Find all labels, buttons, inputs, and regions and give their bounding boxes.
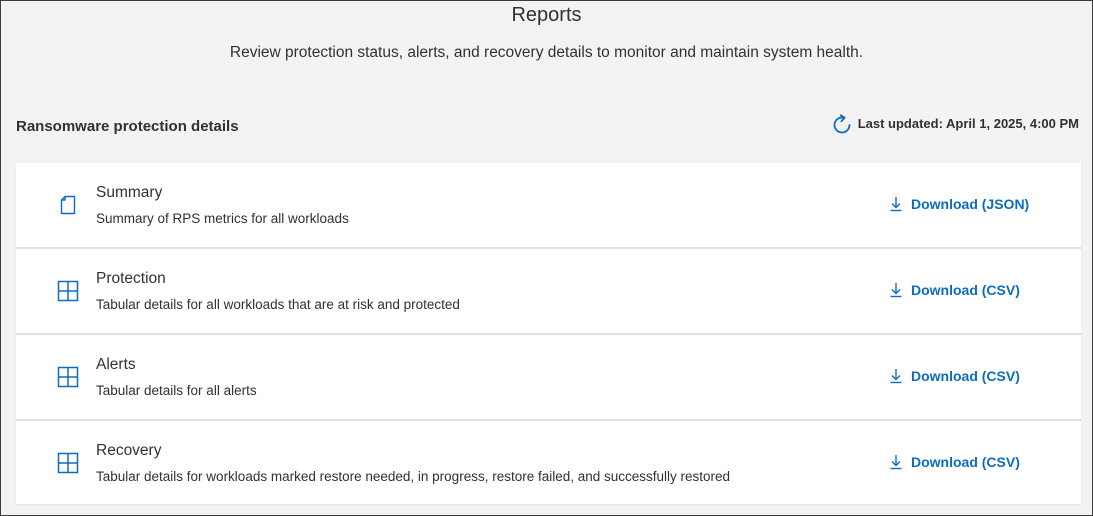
report-title: Recovery	[96, 442, 162, 459]
document-icon	[60, 195, 76, 215]
table-grid-icon	[57, 280, 79, 302]
report-row-recovery: Recovery Tabular details for workloads m…	[16, 421, 1081, 504]
report-list: Summary Summary of RPS metrics for all w…	[16, 163, 1081, 504]
download-icon	[890, 369, 902, 384]
download-icon	[890, 455, 902, 470]
download-label: Download (JSON)	[911, 196, 1030, 212]
report-title: Protection	[96, 270, 166, 287]
page-title: Reports	[511, 4, 582, 26]
report-description: Tabular details for workloads marked res…	[96, 469, 731, 484]
download-label: Download (CSV)	[911, 368, 1020, 384]
refresh-button[interactable]	[829, 112, 855, 138]
page-subtitle: Review protection status, alerts, and re…	[229, 44, 864, 61]
report-description: Tabular details for all workloads that a…	[96, 297, 460, 312]
refresh-icon	[833, 114, 851, 134]
report-row-alerts: Alerts Tabular details for all alerts Do…	[16, 335, 1081, 421]
download-label: Download (CSV)	[911, 282, 1020, 298]
report-row-summary: Summary Summary of RPS metrics for all w…	[16, 163, 1081, 249]
report-description: Summary of RPS metrics for all workloads	[96, 211, 349, 226]
download-icon	[890, 197, 902, 212]
report-title: Alerts	[96, 356, 136, 373]
download-csv-button[interactable]: Download (CSV)	[888, 281, 1020, 299]
reports-page: Reports Review protection status, alerts…	[0, 0, 1093, 516]
section-title: Ransomware protection details	[16, 118, 239, 135]
report-row-protection: Protection Tabular details for all workl…	[16, 249, 1081, 335]
download-label: Download (CSV)	[911, 454, 1020, 470]
last-updated-text: Last updated: April 1, 2025, 4:00 PM	[857, 116, 1079, 131]
download-icon	[890, 283, 902, 298]
download-json-button[interactable]: Download (JSON)	[888, 195, 1029, 213]
report-title: Summary	[96, 184, 163, 201]
report-description: Tabular details for all alerts	[96, 383, 257, 398]
table-grid-icon	[57, 452, 79, 474]
download-csv-button[interactable]: Download (CSV)	[888, 453, 1020, 471]
download-csv-button[interactable]: Download (CSV)	[888, 367, 1020, 385]
table-grid-icon	[57, 366, 79, 388]
